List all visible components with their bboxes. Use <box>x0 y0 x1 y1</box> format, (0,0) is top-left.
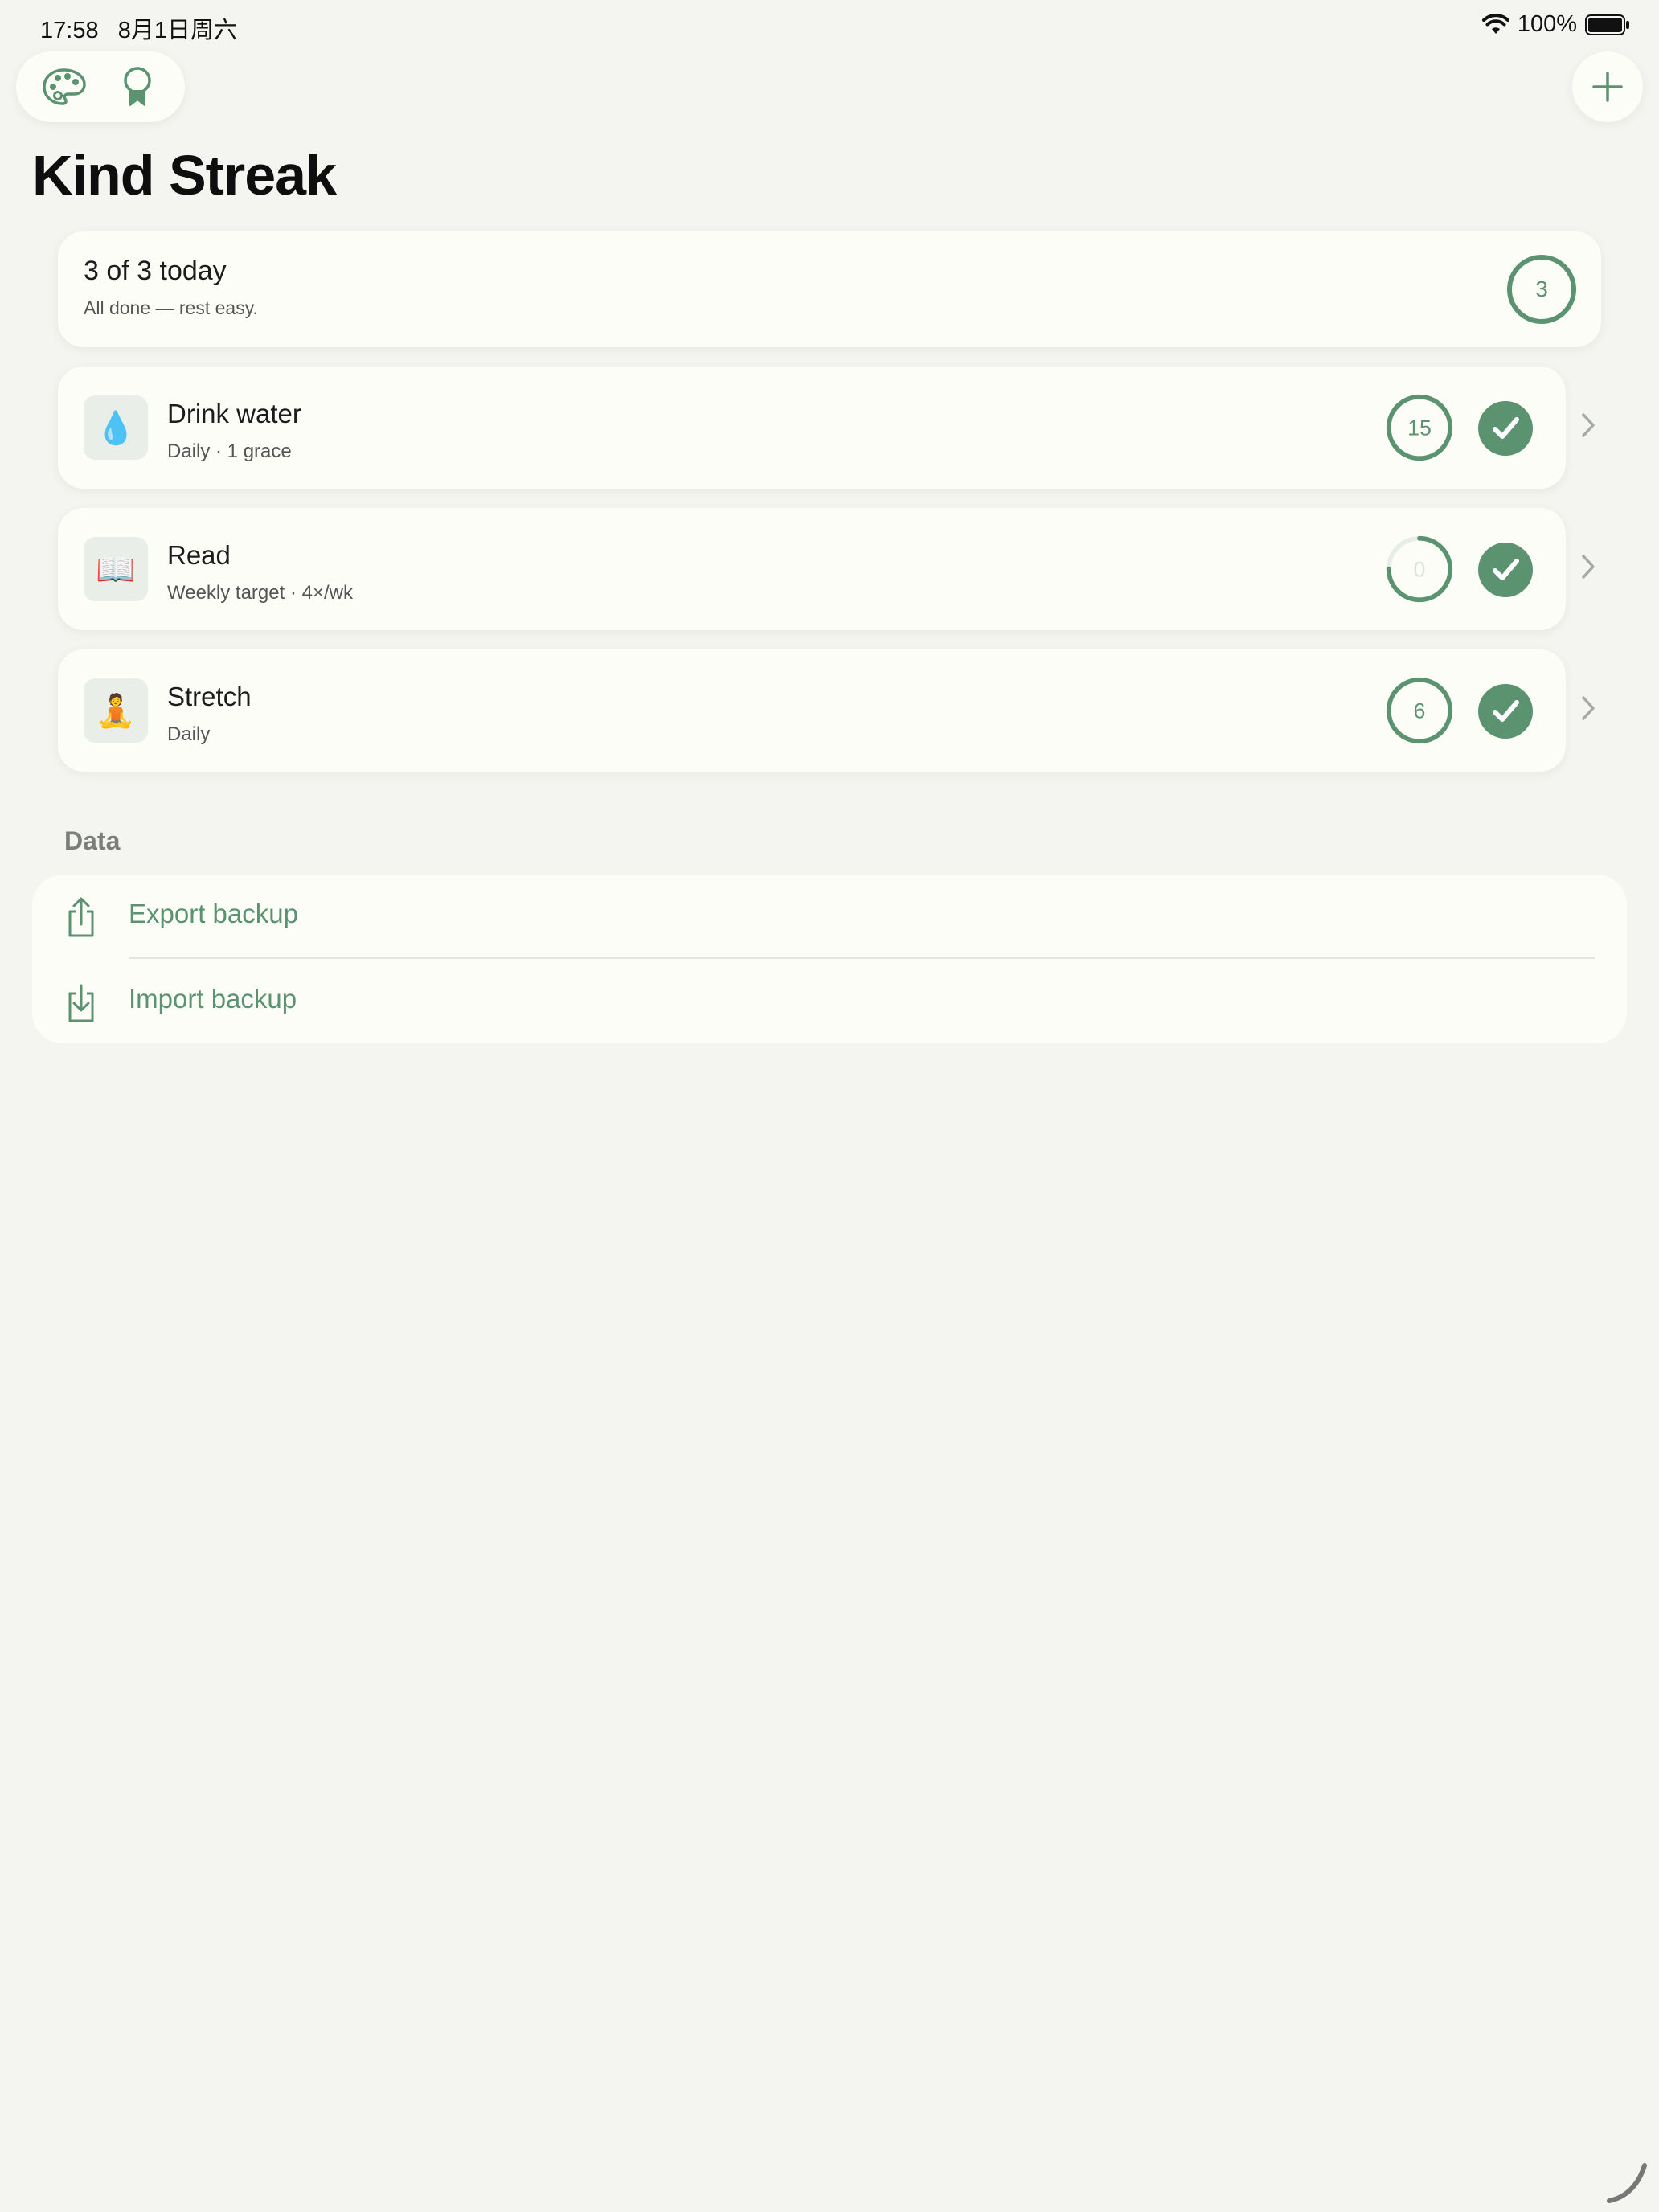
habit-card-drink-water[interactable]: 💧 Drink water Daily · 1 grace 15 <box>58 367 1566 489</box>
export-backup-row[interactable]: Export backup <box>32 875 1627 958</box>
import-icon <box>68 984 94 1022</box>
habit-frequency: Daily <box>167 723 211 745</box>
habit-detail-chevron[interactable] <box>1580 694 1596 726</box>
streak-count: 6 <box>1414 699 1426 723</box>
habit-card-read[interactable]: 📖 Read Weekly target · 4×/wk 0 <box>58 508 1566 630</box>
streak-count: 0 <box>1414 558 1426 582</box>
habit-emoji-tile: 💧 <box>84 395 148 460</box>
habit-frequency: Weekly target · 4×/wk <box>167 582 353 604</box>
wifi-icon <box>1481 14 1509 34</box>
summary-count-ring: 3 <box>1507 255 1576 324</box>
today-summary-card: 3 of 3 today All done — rest easy. 3 <box>58 231 1601 347</box>
status-indicators: 100% <box>1481 11 1630 38</box>
battery-percent: 100% <box>1517 11 1577 37</box>
theme-button[interactable] <box>35 58 93 116</box>
summary-count: 3 <box>1535 276 1548 301</box>
import-backup-row[interactable]: Import backup <box>32 960 1627 1043</box>
habit-emoji: 📖 <box>96 551 136 588</box>
status-date: 8月1日周六 <box>117 18 238 43</box>
habit-name: Drink water <box>167 399 301 428</box>
resize-corner-icon <box>1607 2163 1647 2203</box>
import-backup-label: Import backup <box>129 984 297 1014</box>
habit-card-stretch[interactable]: 🧘 Stretch Daily 6 <box>58 649 1566 772</box>
complete-checkbox[interactable] <box>1477 400 1534 457</box>
habit-emoji: 🧘 <box>96 693 136 729</box>
habit-frequency: Daily · 1 grace <box>167 440 292 462</box>
status-time: 17:58 8月1日周六 <box>40 11 237 45</box>
habit-emoji: 💧 <box>96 410 136 446</box>
share-icon <box>68 897 94 937</box>
divider <box>129 957 1595 959</box>
plus-icon <box>1592 72 1623 102</box>
data-section-label: Data <box>64 826 121 855</box>
streak-ring: 6 <box>1386 677 1453 744</box>
streak-ring: 15 <box>1386 394 1453 461</box>
chevron-right-icon <box>1582 555 1595 579</box>
add-habit-button[interactable] <box>1572 51 1643 122</box>
habit-detail-chevron[interactable] <box>1580 553 1596 584</box>
habit-emoji-tile: 🧘 <box>84 678 148 743</box>
export-backup-label: Export backup <box>129 899 298 928</box>
chevron-right-icon <box>1582 413 1595 437</box>
streak-count: 15 <box>1407 416 1432 440</box>
summary-title: 3 of 3 today <box>84 256 227 286</box>
complete-checkbox[interactable] <box>1477 542 1534 598</box>
habit-name: Stretch <box>167 682 252 711</box>
complete-checkbox[interactable] <box>1477 683 1534 739</box>
streak-ring: 0 <box>1386 535 1453 603</box>
battery-icon <box>1585 14 1629 35</box>
chevron-right-icon <box>1582 696 1595 720</box>
ribbon-icon <box>123 67 151 106</box>
habit-detail-chevron[interactable] <box>1580 412 1596 443</box>
status-time-text: 17:58 <box>40 18 99 43</box>
achievements-button[interactable] <box>109 58 166 116</box>
habit-name: Read <box>167 540 231 570</box>
page-title: Kind Streak <box>32 144 337 207</box>
summary-subtitle: All done — rest easy. <box>84 297 258 318</box>
data-card: Export backup Import backup <box>32 875 1627 1043</box>
toolbar-pill <box>16 51 185 122</box>
palette-icon <box>42 68 86 105</box>
habit-emoji-tile: 📖 <box>84 537 148 601</box>
